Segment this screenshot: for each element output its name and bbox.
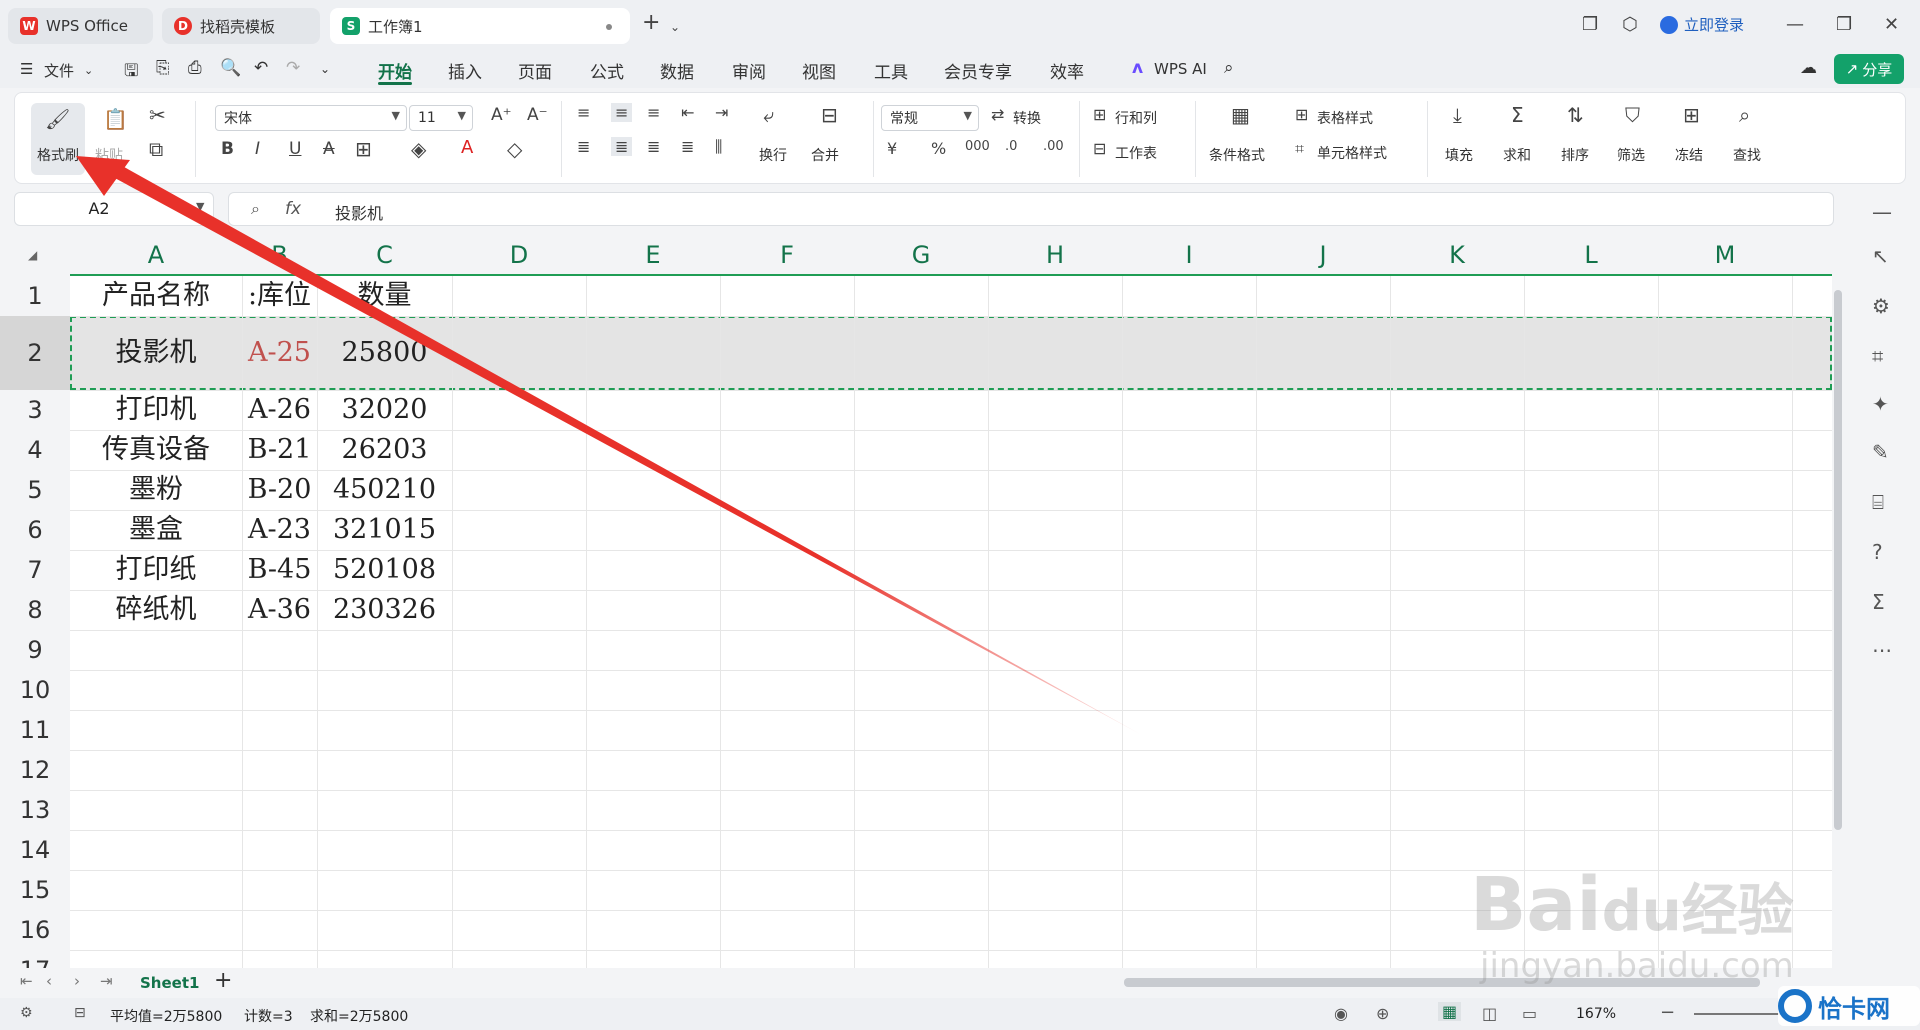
watermark-url: jingyan.baidu.com [1480, 946, 1794, 986]
corner-logo: 恰卡网 [1778, 986, 1920, 1026]
watermark-text: 经验 [1681, 879, 1794, 944]
corner-logo-text: 恰卡网 [1818, 994, 1890, 1023]
watermark-text: du [1601, 879, 1682, 944]
corner-logo-icon [1778, 989, 1812, 1023]
watermark-text: Bai [1470, 862, 1602, 948]
baidu-watermark: Baidu经验 [1470, 862, 1794, 948]
